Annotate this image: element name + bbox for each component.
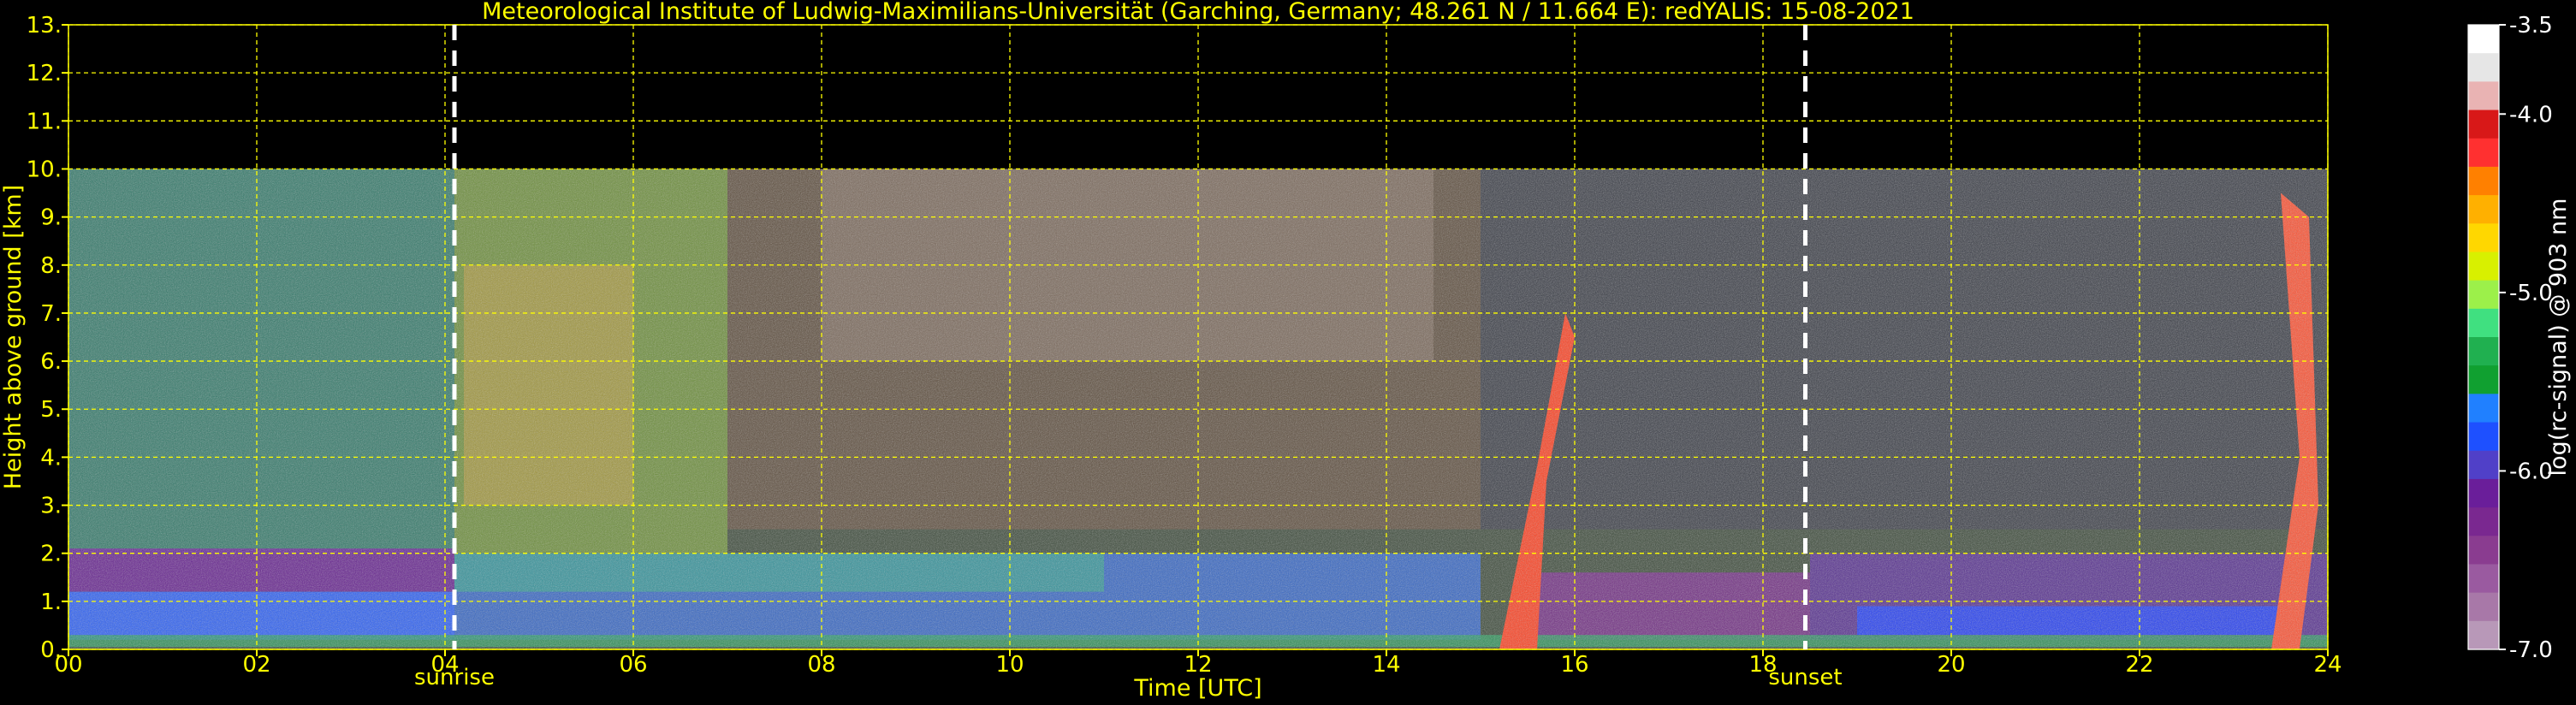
- colorbar-tick-label: -7.0: [2509, 637, 2553, 663]
- colorbar-segment: [2468, 365, 2499, 394]
- colorbar-segment: [2468, 394, 2499, 424]
- y-axis: 0.1.2.3.4.5.6.7.8.9.10.11.12.13.: [27, 13, 68, 663]
- colorbar-segment: [2468, 252, 2499, 281]
- x-tick-label: 04: [430, 652, 459, 678]
- colorbar-segment: [2468, 592, 2499, 622]
- y-tick-label: 7.: [40, 301, 62, 327]
- colorbar-segment: [2468, 478, 2499, 508]
- y-tick-label: 10.: [27, 157, 62, 182]
- x-tick-label: 02: [242, 652, 270, 678]
- x-tick-label: 24: [2313, 652, 2342, 678]
- x-axis-label: Time [UTC]: [1133, 675, 1261, 702]
- y-tick-label: 13.: [27, 13, 62, 39]
- x-tick-label: 20: [1937, 652, 1965, 678]
- x-tick-label: 06: [619, 652, 647, 678]
- chart-title: Meteorological Institute of Ludwig-Maxim…: [482, 0, 1914, 25]
- colorbar-segment: [2468, 620, 2499, 650]
- colorbar-segment: [2468, 280, 2499, 310]
- colorbar-segment: [2468, 450, 2499, 480]
- colorbar-segment: [2468, 138, 2499, 168]
- colorbar-segment: [2468, 53, 2499, 82]
- y-tick-label: 12.: [27, 61, 62, 86]
- x-tick-label: 08: [807, 652, 835, 678]
- colorbar-segment: [2468, 223, 2499, 253]
- x-tick-label: 16: [1560, 652, 1588, 678]
- y-tick-label: 4.: [40, 445, 62, 471]
- colorbar-segment: [2468, 195, 2499, 224]
- colorbar-segment: [2468, 81, 2499, 111]
- colorbar-segment: [2468, 110, 2499, 139]
- x-tick-label: 22: [2125, 652, 2153, 678]
- colorbar: -3.5-4.0-5.0-6.0-7.0: [2467, 13, 2553, 663]
- x-tick-label: 14: [1372, 652, 1400, 678]
- x-tick-label: 10: [995, 652, 1024, 678]
- colorbar-segment: [2468, 25, 2499, 54]
- lidar-chart: sunrise sunset Meteorological Institute o…: [0, 0, 2572, 702]
- colorbar-tick-label: -4.0: [2509, 102, 2553, 127]
- y-tick-label: 6.: [40, 349, 62, 375]
- x-tick-label: 00: [54, 652, 82, 678]
- y-tick-label: 9.: [40, 205, 62, 231]
- x-tick-label: 12: [1184, 652, 1212, 678]
- y-axis-label: Height above ground [km]: [0, 185, 27, 489]
- plot-area: sunrise sunset: [68, 24, 2329, 690]
- colorbar-segment: [2468, 308, 2499, 338]
- y-tick-label: 2.: [40, 542, 62, 567]
- y-tick-label: 5.: [40, 397, 62, 423]
- y-tick-label: 8.: [40, 253, 62, 279]
- y-tick-label: 11.: [27, 109, 62, 134]
- colorbar-label: log(rc-signal) @ 903 nm: [2545, 198, 2572, 477]
- colorbar-segment: [2468, 337, 2499, 366]
- x-tick-label: 18: [1748, 652, 1777, 678]
- y-tick-label: 3.: [40, 494, 62, 519]
- colorbar-tick-label: -3.5: [2509, 13, 2553, 39]
- colorbar-segment: [2468, 507, 2499, 536]
- colorbar-segment: [2468, 564, 2499, 594]
- colorbar-segment: [2468, 422, 2499, 452]
- colorbar-segment: [2468, 166, 2499, 196]
- colorbar-segment: [2468, 536, 2499, 566]
- event-label-sunset: sunset: [1768, 665, 1842, 690]
- y-tick-label: 1.: [40, 589, 62, 615]
- x-axis: 00 02 04 06 08 10 12 14 16 18 20 22 24: [54, 649, 2342, 678]
